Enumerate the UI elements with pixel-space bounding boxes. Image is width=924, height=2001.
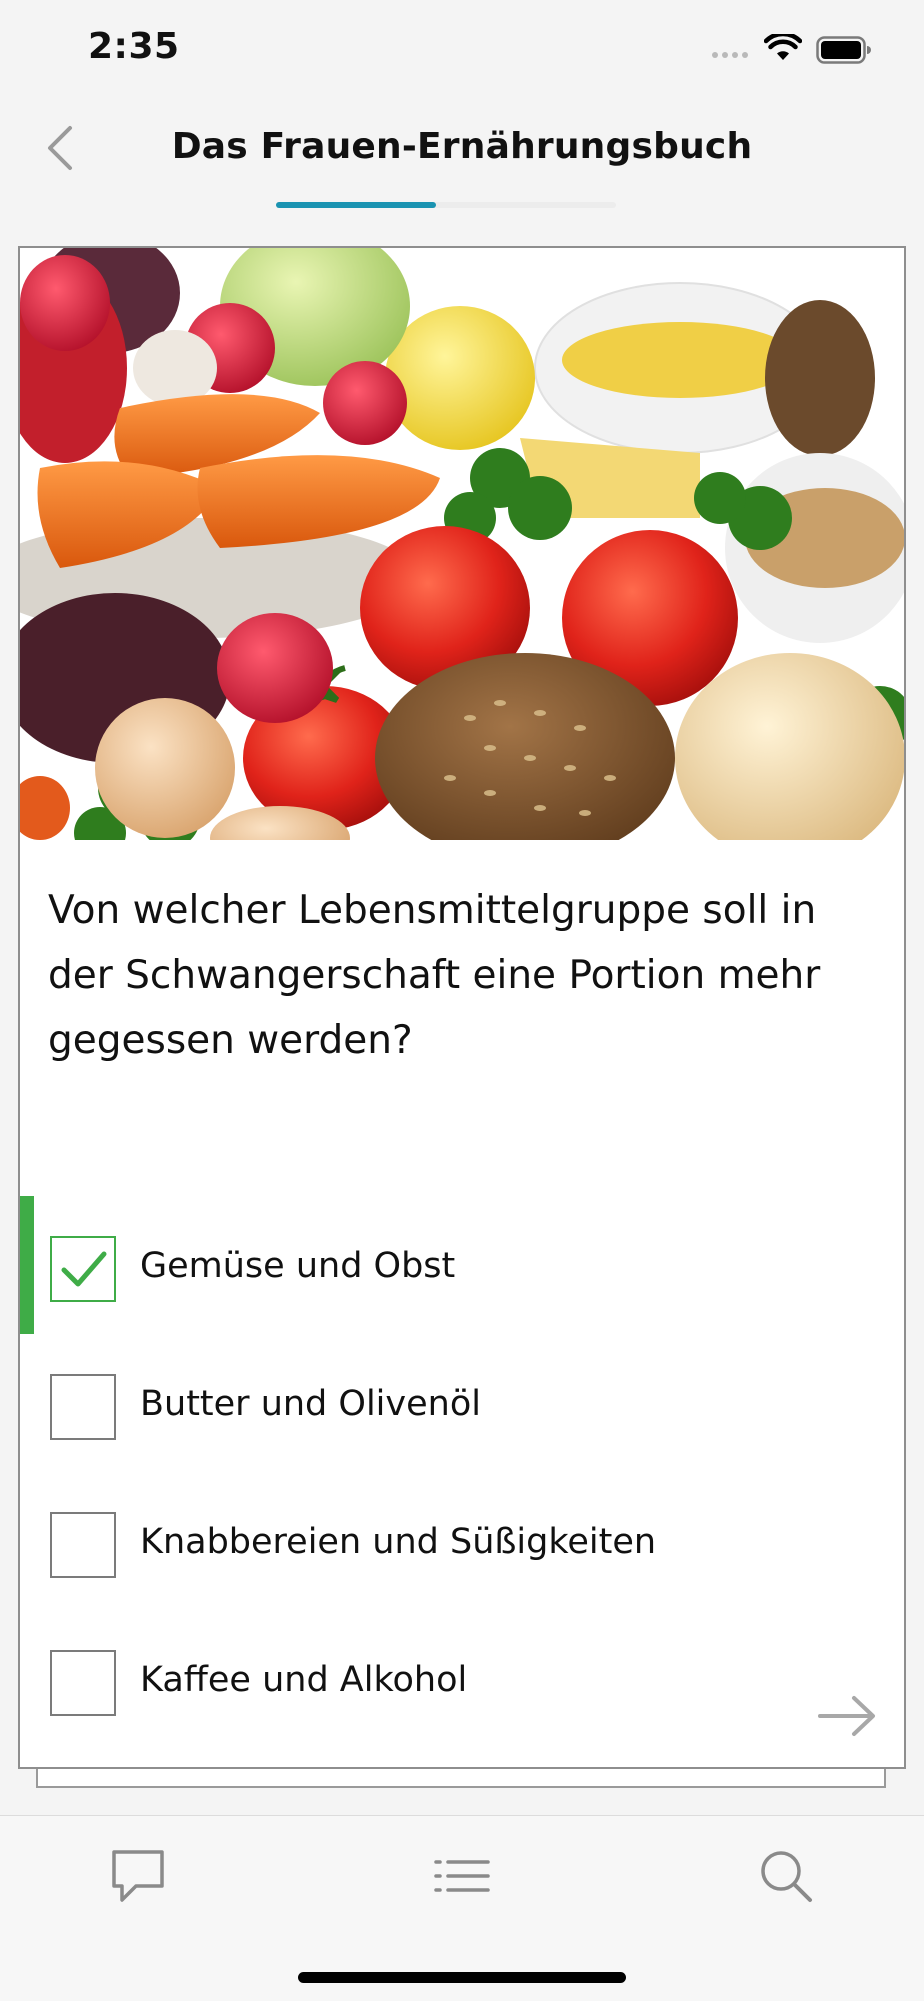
- search-icon[interactable]: [754, 1844, 818, 1908]
- cellular-signal-icon: [712, 52, 748, 58]
- next-arrow-icon[interactable]: [816, 1694, 878, 1738]
- list-icon[interactable]: [430, 1844, 494, 1908]
- answer-label: Butter und Olivenöl: [140, 1384, 481, 1424]
- checkbox[interactable]: [50, 1512, 116, 1578]
- answer-option-1[interactable]: Gemüse und Obst: [20, 1196, 904, 1334]
- status-bar: 2:35: [0, 0, 924, 100]
- checkmark-icon: [61, 1251, 107, 1287]
- quiz-card: Von welcher Lebensmittelgruppe soll in d…: [18, 246, 906, 1769]
- progress-fill: [276, 202, 436, 208]
- answer-option-2[interactable]: Butter und Olivenöl: [20, 1334, 904, 1472]
- wifi-icon: [764, 34, 802, 60]
- chat-bubble-icon[interactable]: [106, 1844, 170, 1908]
- checkbox-checked[interactable]: [50, 1236, 116, 1302]
- checkbox[interactable]: [50, 1650, 116, 1716]
- tab-bar: [0, 1815, 924, 2001]
- status-time: 2:35: [88, 26, 180, 67]
- answer-option-4[interactable]: Kaffee und Alkohol: [20, 1610, 904, 1748]
- answer-label: Knabbereien und Süßigkeiten: [140, 1522, 657, 1562]
- answer-label: Gemüse und Obst: [140, 1246, 456, 1286]
- food-illustration: [20, 248, 904, 840]
- selected-indicator-bar: [20, 1196, 34, 1334]
- answer-label: Kaffee und Alkohol: [140, 1660, 468, 1700]
- checkbox[interactable]: [50, 1374, 116, 1440]
- home-indicator: [298, 1972, 626, 1983]
- progress-bar: [276, 202, 616, 208]
- answer-option-3[interactable]: Knabbereien und Süßigkeiten: [20, 1472, 904, 1610]
- battery-icon: [816, 36, 871, 64]
- page-title: Das Frauen-Ernährungsbuch: [171, 126, 753, 167]
- question-text: Von welcher Lebensmittelgruppe soll in d…: [48, 888, 821, 1063]
